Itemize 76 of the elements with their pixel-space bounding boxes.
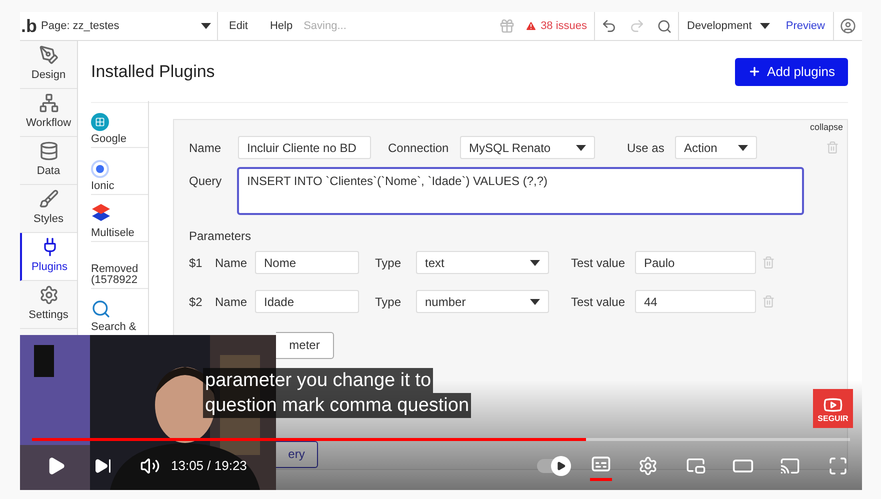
play-icon — [556, 461, 566, 471]
parameter-name-field[interactable]: Idade — [255, 290, 359, 313]
ring-icon — [91, 160, 109, 178]
field-label: Type — [375, 294, 402, 310]
parameter-name-field[interactable]: Nome — [255, 251, 359, 274]
caret-icon — [760, 23, 770, 29]
field-label: Use as — [627, 140, 666, 156]
sidebar-item[interactable]: Data — [20, 137, 77, 185]
type-dropdown[interactable]: text — [416, 251, 549, 274]
environment-selector[interactable]: Development — [678, 12, 778, 40]
query-field[interactable]: INSERT INTO `Clientes`(`Nome`, `Idade`) VALUES (?,?) — [237, 166, 804, 214]
name-field[interactable]: Incluir Cliente no BD — [238, 136, 371, 159]
plus-icon — [748, 65, 762, 78]
use-as-dropdown[interactable]: Action — [675, 136, 757, 159]
logo[interactable]: .b — [20, 17, 38, 35]
caret-icon — [738, 144, 748, 150]
field-label: Test value — [571, 294, 626, 310]
user-icon[interactable] — [840, 18, 856, 34]
field-label: Type — [375, 254, 402, 272]
grid-icon — [91, 113, 109, 131]
test-query-button[interactable]: ery — [276, 440, 318, 468]
caret-icon — [530, 260, 540, 266]
settings-icon — [38, 285, 58, 306]
page-selector[interactable]: Page: zz_testes — [38, 12, 218, 40]
issues-link[interactable]: 38 issues — [540, 12, 596, 40]
menu-item[interactable]: Edit — [218, 18, 259, 34]
plugin-name[interactable]: Search & — [91, 322, 148, 333]
miniplayer-icon[interactable] — [686, 456, 706, 476]
magnifier-icon — [91, 299, 111, 319]
autoplay-toggle[interactable] — [537, 456, 571, 476]
add-plugins-button[interactable]: Add plugins — [735, 58, 848, 86]
time-display: 13:05 / 19:23 — [171, 457, 247, 476]
pen-icon — [38, 45, 58, 66]
plugin-name[interactable]: Google — [91, 134, 148, 145]
sidebar-item[interactable]: Workflow — [20, 89, 77, 137]
field-label: Name — [215, 254, 248, 272]
plugin-name[interactable]: Removed (1578922 — [91, 264, 148, 286]
next-icon[interactable] — [94, 457, 112, 475]
fullscreen-icon[interactable] — [828, 456, 848, 476]
sidebar-item[interactable]: Settings — [20, 281, 77, 329]
saving-status: Saving... — [304, 18, 346, 34]
progress-track[interactable] — [32, 438, 850, 441]
add-parameter-button[interactable]: meter — [276, 332, 334, 358]
caret-icon — [576, 144, 586, 150]
menu-item[interactable]: Help — [258, 18, 304, 34]
search-icon[interactable] — [657, 18, 672, 34]
collapse-link[interactable]: collapse — [810, 121, 843, 134]
warning-icon — [524, 20, 537, 32]
test-value-field[interactable]: Paulo — [635, 251, 756, 274]
field-label: Name — [189, 140, 222, 156]
parameter-index: $2 — [189, 294, 204, 310]
type-dropdown[interactable]: number — [416, 290, 549, 313]
undo-icon[interactable] — [601, 18, 618, 34]
brush-icon — [38, 189, 58, 210]
field-label: Name — [215, 294, 248, 310]
caret-icon — [530, 298, 540, 304]
subscribe-badge[interactable]: SEGUIR — [813, 389, 853, 428]
database-icon — [38, 141, 58, 162]
test-value-field[interactable]: 44 — [635, 290, 756, 313]
cast-icon[interactable] — [780, 456, 800, 476]
caret-icon — [201, 23, 211, 29]
plugin-name[interactable]: Ionic — [91, 181, 148, 192]
field-label: Query — [189, 172, 223, 190]
field-label: Test value — [571, 254, 626, 272]
field-label: Connection — [388, 140, 450, 156]
sidebar-item[interactable]: Plugins — [20, 233, 77, 281]
section-title: Parameters — [189, 228, 252, 244]
parameter-index: $1 — [189, 254, 204, 272]
plugin-name[interactable]: Multisele — [91, 228, 148, 239]
preview-link[interactable]: Preview — [778, 18, 833, 34]
hierarchy-icon — [38, 93, 58, 114]
settings-icon[interactable] — [638, 456, 658, 476]
volume-icon[interactable] — [140, 456, 160, 476]
sidebar-item[interactable]: Design — [20, 41, 77, 89]
connection-dropdown[interactable]: MySQL Renato — [460, 136, 595, 159]
page-heading: Installed Plugins — [91, 60, 215, 83]
